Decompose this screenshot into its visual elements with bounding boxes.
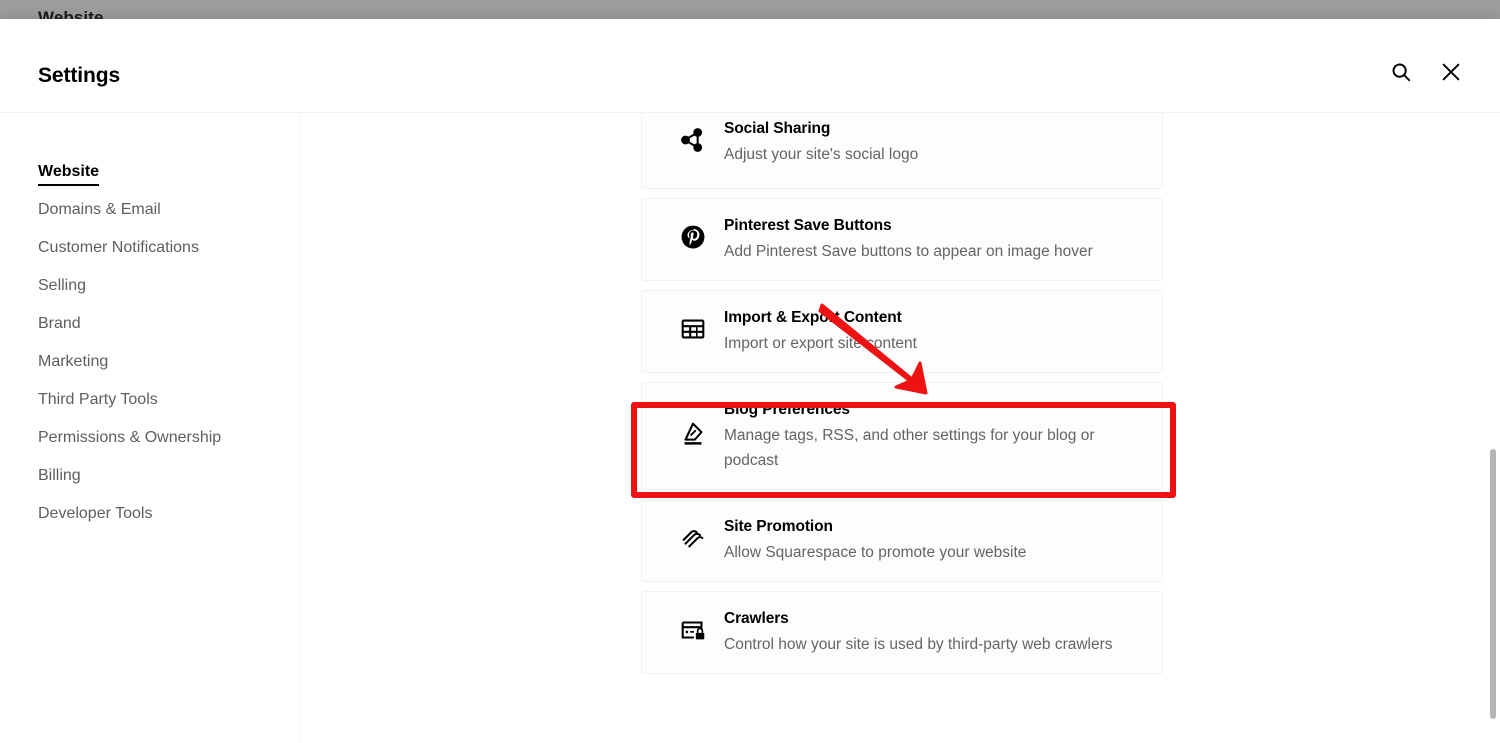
sidebar-item-label: Third Party Tools	[38, 391, 158, 408]
settings-list-item[interactable]: Import & Export Content Import or export …	[641, 290, 1163, 373]
sidebar-item-label: Domains & Email	[38, 201, 161, 218]
settings-item-icon	[664, 314, 722, 349]
settings-item-description: Add Pinterest Save buttons to appear on …	[724, 243, 1093, 260]
content-scrollbar[interactable]	[1490, 449, 1496, 719]
sidebar-item-marketing[interactable]: Marketing	[0, 343, 300, 381]
sidebar-item-customer-notifications[interactable]: Customer Notifications	[0, 229, 300, 267]
settings-item-title: Social Sharing	[724, 120, 831, 137]
settings-item-title: Crawlers	[724, 610, 789, 627]
settings-item-text: Site Promotion Allow Squarespace to promo…	[722, 516, 1142, 565]
settings-list-item[interactable]: Blog Preferences Manage tags, RSS, and ot…	[641, 382, 1163, 490]
modal-body: Website Domains & Email Customer Notificat…	[0, 113, 1500, 743]
sidebar-item-label: Marketing	[38, 353, 109, 370]
settings-item-icon	[664, 222, 722, 257]
settings-item-text: Crawlers Control how your site is used by…	[722, 608, 1142, 657]
modal-header: Settings	[0, 19, 1500, 113]
sidebar-item-label: Permissions & Ownership	[38, 429, 222, 446]
settings-modal: Settings Website Domains & Email Customer …	[0, 19, 1500, 743]
settings-item-text: Import & Export Content Import or export …	[722, 307, 1142, 356]
settings-sidebar: Website Domains & Email Customer Notificat…	[0, 113, 301, 743]
settings-item-text: Social Sharing Adjust your site's social …	[722, 118, 1142, 167]
sidebar-item-selling[interactable]: Selling	[0, 267, 300, 305]
pen-underline-icon	[678, 419, 708, 454]
settings-item-description: Manage tags, RSS, and other settings for…	[724, 427, 1095, 469]
sidebar-item-label: Customer Notifications	[38, 239, 199, 256]
sidebar-item-label: Billing	[38, 467, 81, 484]
settings-list-item[interactable]: Site Promotion Allow Squarespace to promo…	[641, 499, 1163, 582]
settings-item-title: Site Promotion	[724, 518, 833, 535]
settings-item-icon	[664, 615, 722, 650]
settings-item-title: Blog Preferences	[724, 401, 850, 418]
sidebar-item-brand[interactable]: Brand	[0, 305, 300, 343]
settings-item-description: Import or export site content	[724, 335, 917, 352]
sidebar-item-billing[interactable]: Billing	[0, 457, 300, 495]
settings-item-icon	[664, 419, 722, 454]
close-icon	[1440, 61, 1462, 88]
pinterest-icon	[678, 222, 708, 257]
browser-lock-icon	[678, 615, 708, 650]
settings-item-title: Import & Export Content	[724, 309, 902, 326]
sidebar-item-permissions-ownership[interactable]: Permissions & Ownership	[0, 419, 300, 457]
sidebar-item-label: Brand	[38, 315, 81, 332]
settings-content-pane: Social Sharing Adjust your site's social …	[301, 113, 1500, 743]
settings-list-item[interactable]: Social Sharing Adjust your site's social …	[641, 113, 1163, 189]
settings-item-description: Allow Squarespace to promote your websit…	[724, 544, 1027, 561]
settings-item-description: Adjust your site's social logo	[724, 146, 919, 163]
sidebar-item-label: Developer Tools	[38, 505, 153, 522]
settings-item-text: Blog Preferences Manage tags, RSS, and ot…	[722, 399, 1142, 473]
settings-list-item[interactable]: Crawlers Control how your site is used by…	[641, 591, 1163, 674]
settings-item-icon	[664, 125, 722, 160]
page-title: Settings	[38, 64, 121, 87]
settings-list: Social Sharing Adjust your site's social …	[641, 113, 1163, 683]
squarespace-logo-icon	[678, 523, 708, 558]
settings-list-item[interactable]: Pinterest Save Buttons Add Pinterest Save…	[641, 198, 1163, 281]
table-grid-icon	[678, 314, 708, 349]
settings-item-icon	[664, 523, 722, 558]
sidebar-item-label: Website	[38, 163, 100, 186]
sidebar-item-third-party-tools[interactable]: Third Party Tools	[0, 381, 300, 419]
settings-item-title: Pinterest Save Buttons	[724, 217, 892, 234]
search-button[interactable]	[1384, 57, 1418, 91]
sidebar-item-label: Selling	[38, 277, 87, 294]
sidebar-item-website[interactable]: Website	[0, 153, 300, 191]
sidebar-item-developer-tools[interactable]: Developer Tools	[0, 495, 300, 533]
share-nodes-icon	[678, 125, 708, 160]
search-icon	[1390, 61, 1412, 88]
close-button[interactable]	[1434, 57, 1468, 91]
settings-item-description: Control how your site is used by third-p…	[724, 636, 1113, 653]
sidebar-item-domains-email[interactable]: Domains & Email	[0, 191, 300, 229]
settings-item-text: Pinterest Save Buttons Add Pinterest Save…	[722, 215, 1142, 264]
